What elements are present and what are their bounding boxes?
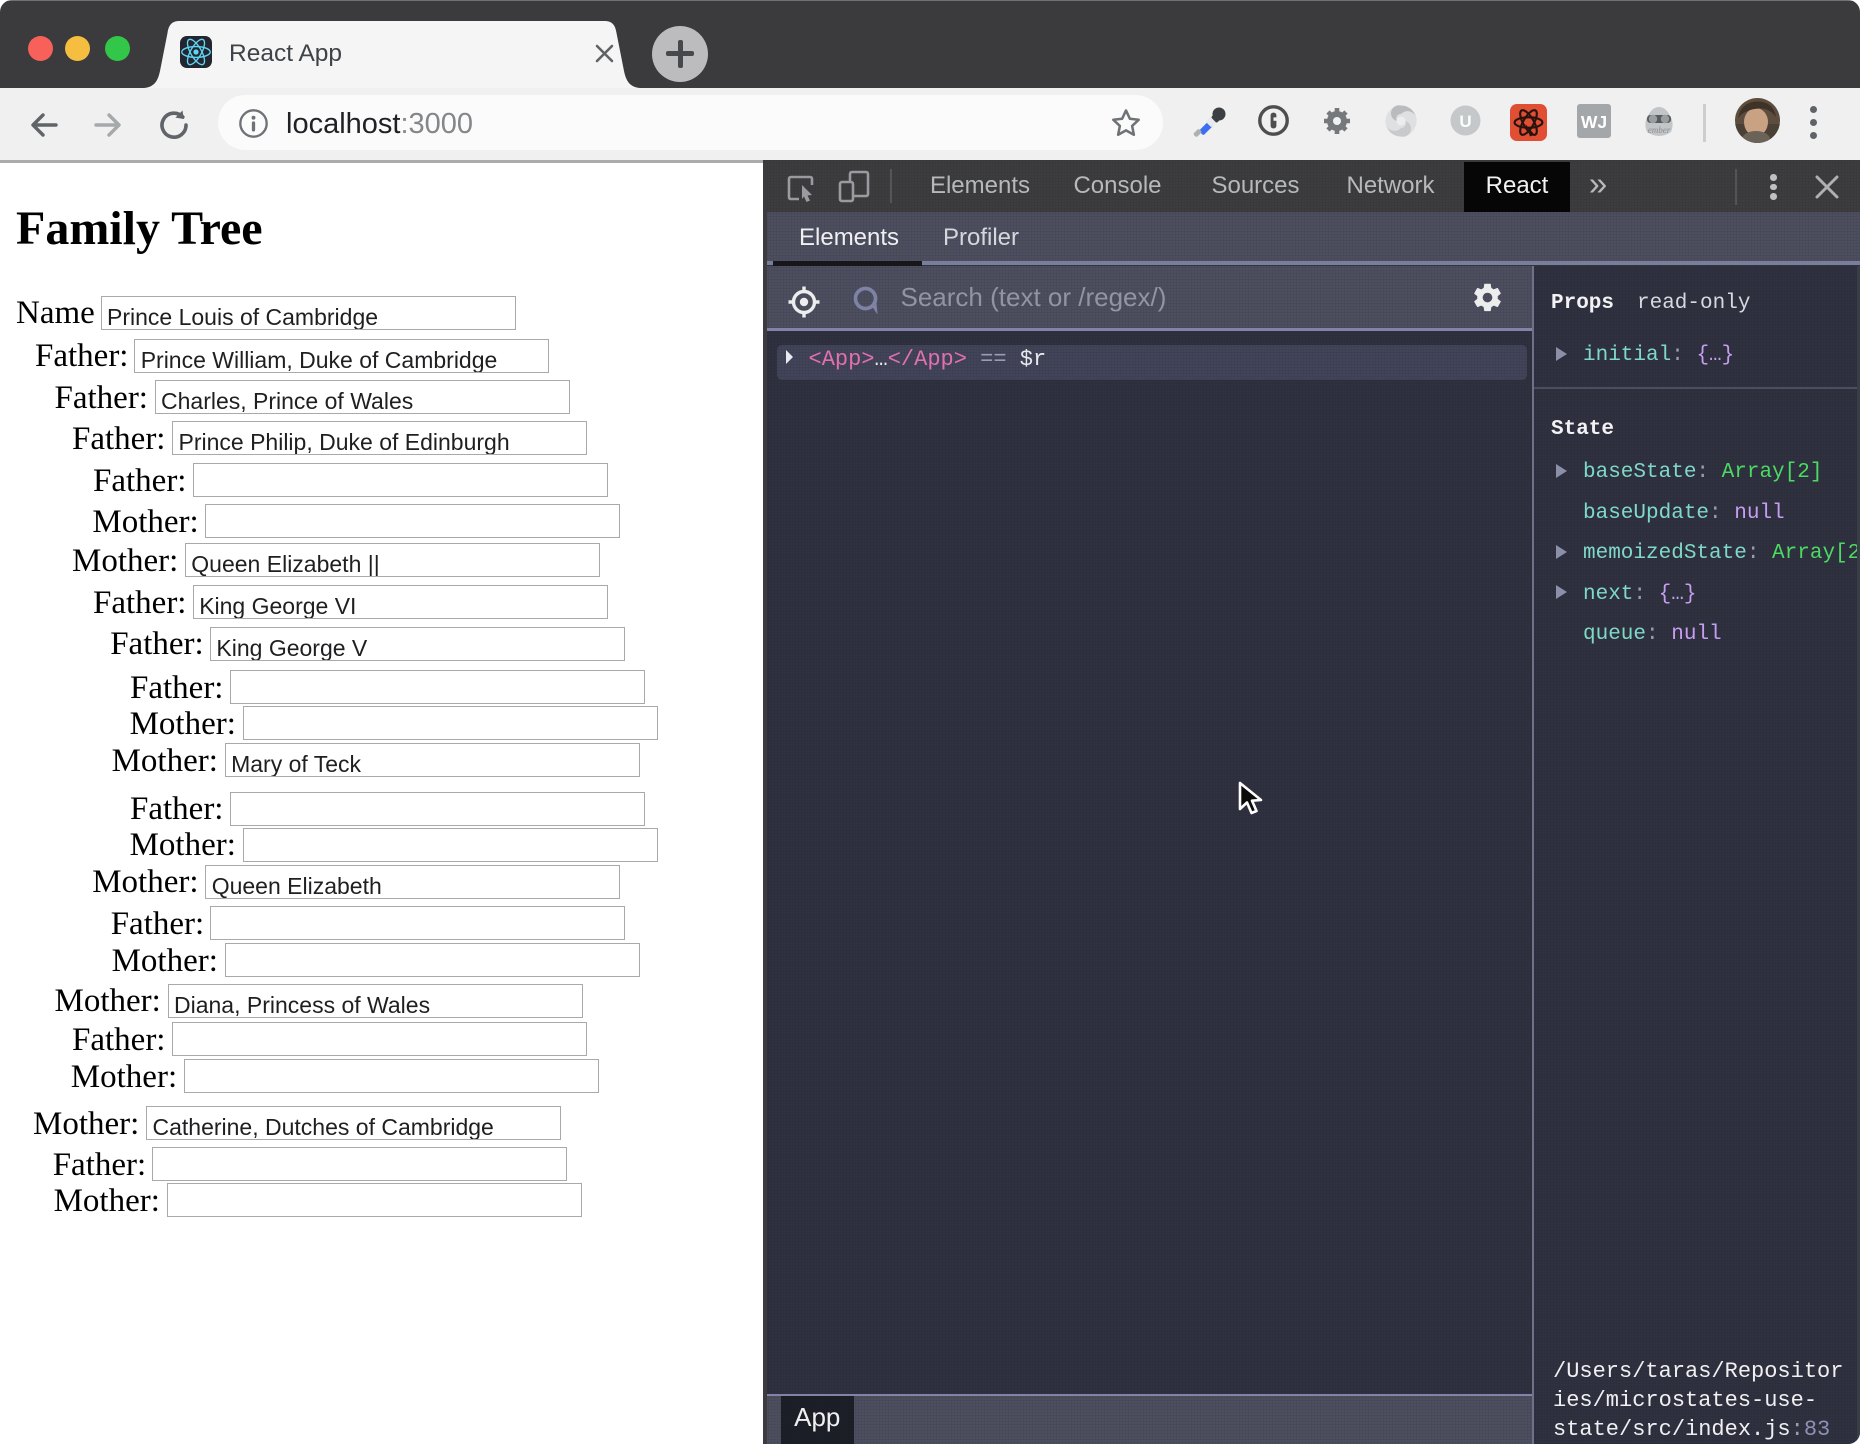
- svg-text:U: U: [1459, 112, 1471, 131]
- svg-text:WJ: WJ: [1581, 112, 1607, 132]
- svg-text:ember: ember: [1648, 125, 1671, 135]
